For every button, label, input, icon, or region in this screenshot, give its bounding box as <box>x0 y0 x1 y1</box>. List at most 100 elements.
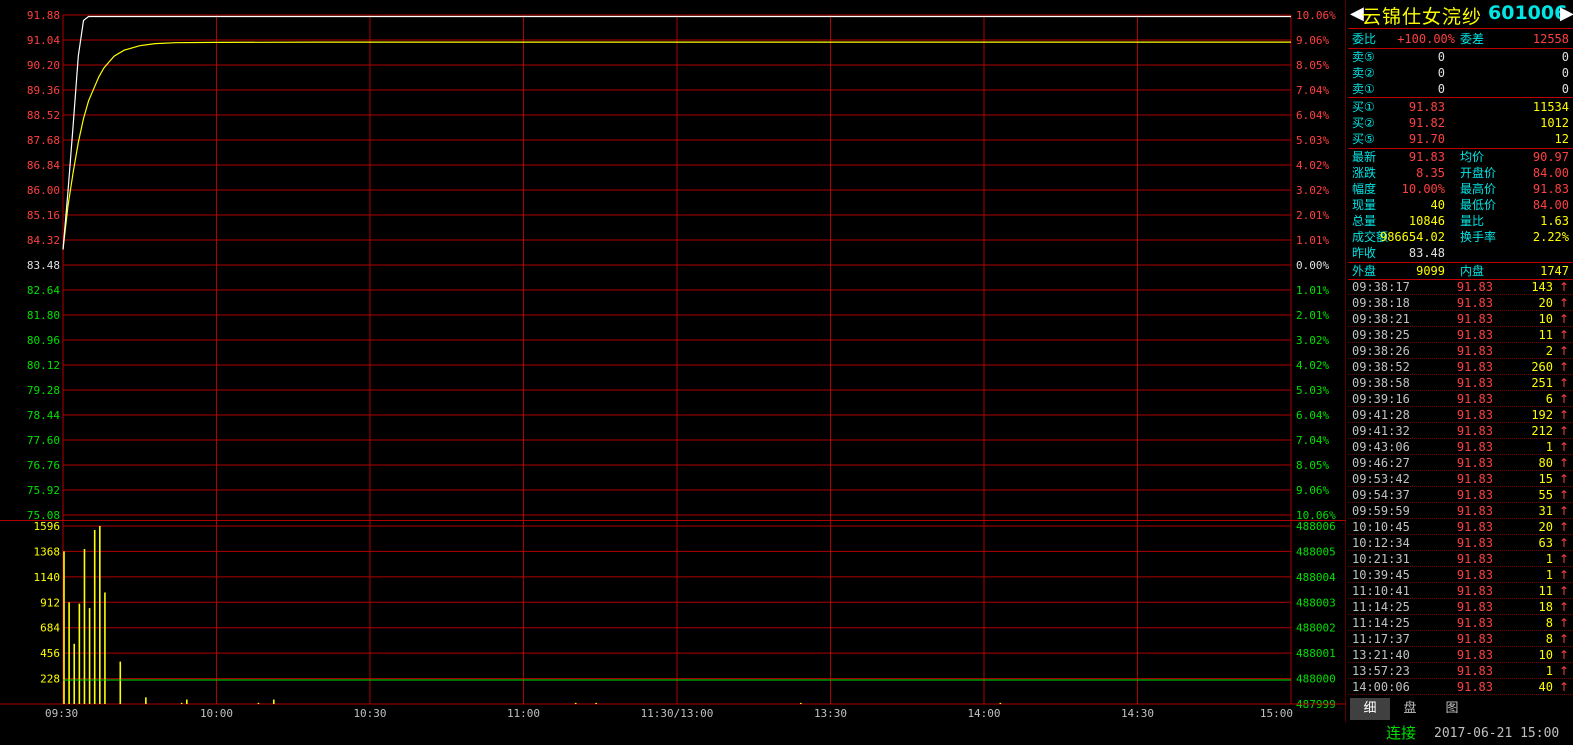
tick-row[interactable]: 11:10:41 91.83 11 ↑ <box>1348 583 1573 599</box>
status-datetime: 2017-06-21 15:00 <box>1434 726 1560 741</box>
tick-row[interactable]: 10:10:45 91.83 20 ↑ <box>1348 519 1573 535</box>
percent-tick-label: 8.05% <box>1296 459 1329 472</box>
tick-direction-icon: ↑ <box>1558 584 1569 598</box>
tick-time: 09:38:26 <box>1352 344 1410 358</box>
tab-book[interactable]: 盘 <box>1390 698 1430 720</box>
tick-price: 91.83 <box>1456 296 1493 310</box>
tick-direction-icon: ↑ <box>1558 680 1569 694</box>
price-tick-label: 75.92 <box>27 484 60 497</box>
sell-row: 卖⑤ 0 0 <box>1348 49 1573 65</box>
intraday-chart[interactable]: 91.88 10.06% 91.04 9.06% 90.20 8.05% 89.36 7.04… <box>0 0 1346 722</box>
price-tick-label: 90.20 <box>27 59 60 72</box>
price-tick-label: 83.48 <box>27 259 60 272</box>
percent-tick-label: 3.02% <box>1296 334 1329 347</box>
tick-direction-icon: ↑ <box>1558 328 1569 342</box>
time-tick-label: 11:30/13:00 <box>641 707 714 720</box>
stat-row-volume: 90.97 <box>1532 150 1569 164</box>
tick-direction-icon: ↑ <box>1558 456 1569 470</box>
tick-row[interactable]: 09:38:21 91.83 10 ↑ <box>1348 311 1573 327</box>
tick-price: 91.83 <box>1456 280 1493 294</box>
tick-row[interactable]: 13:21:40 91.83 10 ↑ <box>1348 647 1573 663</box>
tick-price: 91.83 <box>1456 632 1493 646</box>
tick-row[interactable]: 09:41:32 91.83 212 ↑ <box>1348 423 1573 439</box>
tick-row[interactable]: 09:43:06 91.83 1 ↑ <box>1348 439 1573 455</box>
tick-price: 91.83 <box>1456 312 1493 326</box>
time-tick-label: 10:30 <box>353 707 386 720</box>
time-tick-label: 13:30 <box>814 707 847 720</box>
tick-row[interactable]: 11:17:37 91.83 8 ↑ <box>1348 631 1573 647</box>
buy-row-value: 91.70 <box>1408 132 1445 146</box>
tick-price: 91.83 <box>1456 648 1493 662</box>
tick-time: 10:12:34 <box>1352 536 1410 550</box>
stat-row-label: 总量 <box>1352 214 1377 228</box>
tick-price: 91.83 <box>1456 344 1493 358</box>
tick-price: 91.83 <box>1456 488 1493 502</box>
tick-row[interactable]: 09:39:16 91.83 6 ↑ <box>1348 391 1573 407</box>
tick-direction-icon: ↑ <box>1558 520 1569 534</box>
tick-row[interactable]: 11:14:25 91.83 18 ↑ <box>1348 599 1573 615</box>
tick-row[interactable]: 09:38:17 91.83 143 ↑ <box>1348 279 1573 295</box>
tick-row[interactable]: 10:39:45 91.83 1 ↑ <box>1348 567 1573 583</box>
tick-row[interactable]: 11:14:25 91.83 8 ↑ <box>1348 615 1573 631</box>
tick-volume: 11 <box>1538 328 1553 342</box>
tick-volume: 1 <box>1545 440 1553 454</box>
tick-price: 91.83 <box>1456 664 1493 678</box>
tick-row[interactable]: 09:46:27 91.83 80 ↑ <box>1348 455 1573 471</box>
tick-time: 09:41:28 <box>1352 408 1410 422</box>
tick-row[interactable]: 09:38:26 91.83 2 ↑ <box>1348 343 1573 359</box>
volume-tick-label: 1368 <box>34 545 61 558</box>
connection-status[interactable]: 连接 <box>1386 722 1416 745</box>
volume-tick-label: 228 <box>40 673 60 686</box>
tick-row[interactable]: 09:53:42 91.83 15 ↑ <box>1348 471 1573 487</box>
tick-price: 91.83 <box>1456 360 1493 374</box>
tick-price: 91.83 <box>1456 424 1493 438</box>
volume-right-tick-label: 488002 <box>1296 622 1336 635</box>
percent-tick-label: 1.01% <box>1296 284 1329 297</box>
tab-detail[interactable]: 细 <box>1350 698 1390 720</box>
stat-row-label2: 换手率 <box>1460 230 1497 244</box>
tick-time: 09:38:17 <box>1352 280 1410 294</box>
tick-row[interactable]: 09:54:37 91.83 55 ↑ <box>1348 487 1573 503</box>
tick-row[interactable]: 09:38:52 91.83 260 ↑ <box>1348 359 1573 375</box>
time-tick-label: 15:00 <box>1260 707 1293 720</box>
tick-price: 91.83 <box>1456 568 1493 582</box>
tick-row[interactable]: 13:57:23 91.83 1 ↑ <box>1348 663 1573 679</box>
tick-row[interactable]: 09:38:25 91.83 11 ↑ <box>1348 327 1573 343</box>
tick-time: 09:38:25 <box>1352 328 1410 342</box>
price-tick-label: 76.76 <box>27 459 60 472</box>
tick-row[interactable]: 09:41:28 91.83 192 ↑ <box>1348 407 1573 423</box>
percent-tick-label: 5.03% <box>1296 384 1329 397</box>
stat-row-volume: 84.00 <box>1532 198 1569 212</box>
tick-price: 91.83 <box>1456 440 1493 454</box>
tick-time: 13:21:40 <box>1352 648 1410 662</box>
next-stock-icon[interactable]: ▶ <box>1560 3 1573 24</box>
buy-row-volume: 11534 <box>1532 100 1569 114</box>
volume-right-tick-label: 488004 <box>1296 571 1336 584</box>
stock-title-bar: ◀ 云锦仕女浣纱 601006 ▶ <box>1348 0 1573 29</box>
tick-volume: 1 <box>1545 568 1553 582</box>
tick-time: 11:14:25 <box>1352 600 1410 614</box>
time-tick-label: 09:30 <box>45 707 78 720</box>
prev-close-row: 昨收 83.48 <box>1348 245 1573 261</box>
stock-name: 云锦仕女浣纱 <box>1362 6 1483 28</box>
stat-row-label2: 最低价 <box>1460 198 1497 212</box>
stat-row-value: 10846 <box>1408 214 1445 228</box>
volume-tick-label: 912 <box>40 596 60 609</box>
tick-price: 91.83 <box>1456 408 1493 422</box>
tick-row[interactable]: 09:59:59 91.83 31 ↑ <box>1348 503 1573 519</box>
stock-code: 601006 <box>1488 2 1568 24</box>
tab-chart[interactable]: 图 <box>1432 698 1472 720</box>
tick-row[interactable]: 10:12:34 91.83 63 ↑ <box>1348 535 1573 551</box>
tick-price: 91.83 <box>1456 616 1493 630</box>
prev-close-value: 83.48 <box>1408 246 1445 260</box>
stat-row: 现量 40 最低价 84.00 <box>1348 197 1573 213</box>
stat-row-volume: 1.63 <box>1540 214 1569 228</box>
buy-row-volume: 1012 <box>1540 116 1569 130</box>
tick-row[interactable]: 14:00:06 91.83 40 ↑ <box>1348 679 1573 695</box>
tick-row[interactable]: 09:38:58 91.83 251 ↑ <box>1348 375 1573 391</box>
tick-price: 91.83 <box>1456 520 1493 534</box>
tick-row[interactable]: 09:38:18 91.83 20 ↑ <box>1348 295 1573 311</box>
percent-tick-label: 5.03% <box>1296 134 1329 147</box>
tick-row[interactable]: 10:21:31 91.83 1 ↑ <box>1348 551 1573 567</box>
tick-time: 09:38:52 <box>1352 360 1410 374</box>
